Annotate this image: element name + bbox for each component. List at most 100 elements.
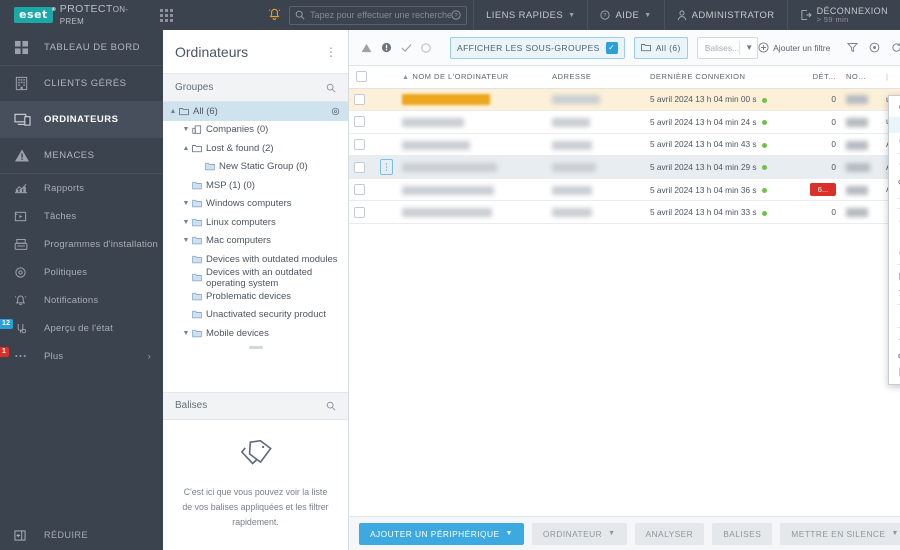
checkbox-icon[interactable] <box>354 184 365 196</box>
row-checkbox-cell[interactable] <box>349 133 375 157</box>
tree-node-mac-computers[interactable]: ▼ Mac computers <box>163 232 348 251</box>
table-row[interactable]: 5 avril 2024 13 h 04 min 24 s 0 user <box>349 110 900 134</box>
context-menu-item-balises[interactable]: Balises... <box>889 331 900 347</box>
checkbox-icon[interactable] <box>354 138 365 150</box>
context-menu-item-gerer[interactable]: Gérer ▶ <box>889 308 900 324</box>
tree-node-mobile-devices[interactable]: ▼ Mobile devices <box>163 324 348 343</box>
row-context-menu-handle[interactable] <box>380 159 393 176</box>
tree-node-windows-computers[interactable]: ▼ Windows computers <box>163 195 348 214</box>
checkbox-icon[interactable] <box>354 116 365 128</box>
filter-funnel-icon[interactable] <box>847 42 859 53</box>
computer-button[interactable]: ORDINATEUR ▼ <box>531 522 627 545</box>
twisty-down-icon[interactable]: ▼ <box>180 126 192 133</box>
tree-node-new-static-group[interactable]: New Static Group (0) <box>163 158 348 177</box>
sidebar-item-programmes-installation[interactable]: Programmes d'installation <box>0 230 163 258</box>
twisty-down-icon[interactable]: ▼ <box>180 237 192 244</box>
gear-icon[interactable] <box>331 107 340 116</box>
context-menu-item-wake-call[interactable]: Envoyer un appel de mise en éveil <box>889 285 900 301</box>
help-menu[interactable]: ? AIDE ▼ <box>588 0 663 30</box>
tree-node-devices-outdated-os[interactable]: Devices with an outdated operating syste… <box>163 267 348 289</box>
analyse-button[interactable]: ANALYSER <box>634 522 705 545</box>
checkbox-icon[interactable] <box>354 93 365 105</box>
sidebar-item-clients-geres[interactable]: CLIENTS GÉRÉS <box>0 66 163 102</box>
row-checkbox-cell[interactable] <box>349 155 375 179</box>
search-icon[interactable] <box>326 401 336 411</box>
row-checkbox-cell[interactable] <box>349 110 375 134</box>
context-menu-item-rdp[interactable]: Se connecter par RDP <box>889 189 900 205</box>
checkbox-icon[interactable] <box>354 206 365 218</box>
global-search-box[interactable]: Tapez pour effectuer une recherche... ? <box>289 5 468 25</box>
twisty-up-icon[interactable]: ▲ <box>167 108 179 115</box>
tree-node-all[interactable]: ▲ All (6) <box>163 102 348 121</box>
row-checkbox-cell[interactable] <box>349 178 375 202</box>
twisty-down-icon[interactable]: ▼ <box>180 200 192 207</box>
sidebar-item-politiques[interactable]: Politiques <box>0 258 163 286</box>
sidebar-item-ordinateurs[interactable]: ORDINATEURS <box>0 102 163 138</box>
target-icon[interactable] <box>869 42 880 53</box>
grid-apps-icon[interactable] <box>160 8 173 22</box>
balises-button[interactable]: BALISES <box>712 522 773 545</box>
search-icon[interactable] <box>326 83 336 93</box>
col-header-user[interactable]: | <box>881 66 900 89</box>
col-header-detections[interactable]: DÉT... <box>797 66 841 89</box>
sidebar-collapse-button[interactable]: RÉDUIRE <box>0 520 163 550</box>
row-detections-cell[interactable]: 6... <box>797 178 841 202</box>
table-row[interactable]: 5 avril 2024 13 h 04 min 00 s 0 user <box>349 88 900 112</box>
tree-node-linux-computers[interactable]: ▼ Linux computers <box>163 213 348 232</box>
warning-triangle-icon[interactable] <box>361 43 372 53</box>
tree-node-problematic-devices[interactable]: Problematic devices <box>163 287 348 306</box>
notification-bell-icon[interactable] <box>260 8 289 22</box>
sidebar-item-rapports[interactable]: Rapports <box>0 174 163 202</box>
kebab-menu-icon[interactable]: ⋮ <box>325 45 337 59</box>
tree-node-msp[interactable]: MSP (1) (0) <box>163 176 348 195</box>
tree-resize-handle[interactable] <box>163 343 348 353</box>
twisty-down-icon[interactable]: ▼ <box>180 330 192 337</box>
global-search-input[interactable]: Tapez pour effectuer une recherche... <box>310 10 451 20</box>
show-subgroups-toggle[interactable]: AFFICHER LES SOUS-GROUPES ✓ <box>450 36 625 59</box>
question-circle-icon[interactable]: ? <box>451 10 461 20</box>
context-menu-item-puissance[interactable]: Puissance ▶ <box>889 212 900 228</box>
context-menu-item-examiner[interactable]: Examiner (Inspect) <box>889 133 900 149</box>
chevron-down-icon[interactable]: ▼ <box>740 43 753 52</box>
checkbox-icon[interactable] <box>354 161 365 173</box>
tree-node-companies[interactable]: ▼ Companies (0) <box>163 121 348 140</box>
col-header-nom[interactable]: NO... <box>841 66 881 89</box>
context-menu-item-taches[interactable]: Tâches ▶ <box>889 268 900 284</box>
context-menu-item-isolement-reseau[interactable]: Isolement réseau ▶ <box>889 173 900 189</box>
tree-node-lost-and-found[interactable]: ▲ Lost & found (2) <box>163 139 348 158</box>
refresh-icon[interactable] <box>891 42 900 53</box>
sidebar-item-taches[interactable]: Tâches <box>0 202 163 230</box>
quick-links-menu[interactable]: LIENS RAPIDES ▼ <box>474 0 587 30</box>
tree-node-devices-outdated-modules[interactable]: Devices with outdated modules <box>163 250 348 269</box>
group-filter-button[interactable]: All (6) <box>633 36 688 59</box>
sidebar-item-menaces[interactable]: MENACES <box>0 138 163 174</box>
check-icon[interactable] <box>401 43 412 53</box>
row-drag-cell[interactable] <box>375 155 397 179</box>
sidebar-item-apercu-de-letat[interactable]: 12 Aperçu de l'état <box>0 314 163 342</box>
table-row[interactable]: 5 avril 2024 13 h 04 min 33 s 0 <box>349 200 900 225</box>
sidebar-item-plus[interactable]: 1 Plus › <box>0 342 163 370</box>
context-menu-item-solutions[interactable]: Solutions ▶ <box>889 245 900 261</box>
context-menu-item-journal-verification[interactable]: Journal de vérification <box>889 364 900 380</box>
checkbox-icon[interactable] <box>356 71 367 83</box>
tree-node-unactivated-security-product[interactable]: Unactivated security product <box>163 306 348 325</box>
table-row[interactable]: 5 avril 2024 13 h 04 min 29 s 0 Ad... <box>349 155 900 179</box>
context-menu-item-details[interactable]: Détails <box>889 117 900 134</box>
sidebar-item-notifications[interactable]: Notifications <box>0 286 163 314</box>
circle-icon[interactable] <box>421 42 431 53</box>
twisty-down-icon[interactable]: ▼ <box>180 219 192 226</box>
sidebar-item-tableau-de-bord[interactable]: TABLEAU DE BORD <box>0 30 163 66</box>
row-checkbox-cell[interactable] <box>349 200 375 225</box>
col-header-last-connection[interactable]: DERNIÈRE CONNEXION <box>645 66 797 89</box>
balises-filter-select[interactable]: Balises... ▼ <box>696 36 759 59</box>
add-filter-button[interactable]: Ajouter un filtre <box>758 42 838 53</box>
mute-button[interactable]: METTRE EN SILENCE ▼ <box>780 522 900 545</box>
logout-button[interactable]: DÉCONNEXION > 59 min <box>788 0 900 30</box>
user-menu[interactable]: ADMINISTRATOR <box>665 0 787 30</box>
context-menu-item-analyser[interactable]: Analyser ▶ <box>889 157 900 173</box>
table-row[interactable]: 5 avril 2024 13 h 04 min 43 s 0 Ad... <box>349 133 900 157</box>
twisty-up-icon[interactable]: ▲ <box>180 145 192 152</box>
context-menu-item-mettre-a-jour[interactable]: Mettre à jour ▶ <box>889 229 900 245</box>
alert-circle-icon[interactable] <box>381 42 392 53</box>
add-device-button[interactable]: AJOUTER UN PÉRIPHÉRIQUE ▼ <box>359 522 524 545</box>
